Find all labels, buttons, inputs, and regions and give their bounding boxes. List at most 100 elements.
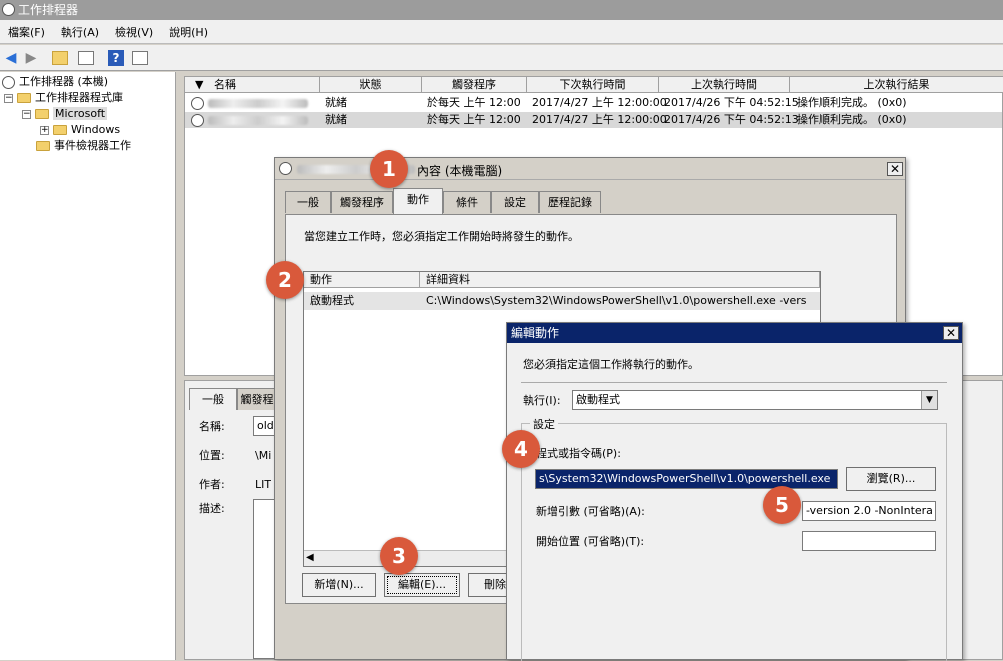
step-marker-5: 5 (763, 486, 801, 524)
task-last-result: 操作順利完成。 (0x0) (797, 96, 907, 109)
window-title-bar: 工作排程器 (0, 0, 1003, 20)
new-action-button[interactable]: 新增(N)... (302, 573, 376, 597)
dialog-title: 內容 (本機電腦) (417, 164, 503, 178)
field-label-description: 描述: (199, 502, 225, 515)
column-header-action[interactable]: 動作 (304, 272, 420, 288)
task-next-run: 2017/4/27 上午 12:00:00 (532, 113, 667, 126)
edit-action-button[interactable]: 編輯(E)... (384, 573, 460, 597)
sort-icon: ▼ (195, 78, 204, 91)
settings-group: 設定 程式或指令碼(P): s\System32\WindowsPowerShe… (521, 416, 947, 661)
settings-group-label: 設定 (530, 416, 558, 432)
action-type: 啟動程式 (310, 294, 354, 307)
tab-actions[interactable]: 動作 (393, 188, 443, 214)
tree-item-event-viewer[interactable]: 事件檢視器工作 (36, 138, 131, 154)
step-marker-4: 4 (502, 430, 540, 468)
forward-arrow-icon[interactable]: ▶ (22, 49, 40, 67)
tab-history[interactable]: 歷程記錄 (539, 191, 601, 213)
tree-item-library[interactable]: − 工作排程器程式庫 (4, 90, 123, 106)
scroll-left-icon[interactable]: ◀ (306, 552, 314, 563)
column-header-last-run[interactable]: 上次執行時間 (659, 77, 790, 93)
tab-triggers[interactable]: 觸發程序 (331, 191, 393, 213)
column-header-next-run[interactable]: 下次執行時間 (527, 77, 659, 93)
help-icon[interactable]: ? (108, 50, 124, 66)
column-header-trigger[interactable]: 觸發程序 (422, 77, 527, 93)
arguments-input[interactable]: -version 2.0 -NonIntera (802, 501, 936, 521)
tab-strip: 一般 觸發程序 動作 條件 設定 歷程記錄 (285, 188, 895, 215)
redacted-name (208, 115, 308, 125)
folder-up-icon[interactable] (52, 51, 68, 65)
menu-action[interactable]: 執行(A) (53, 24, 107, 40)
navigation-tree: 工作排程器 (本機) − 工作排程器程式庫 − Microsoft + Windows… (0, 72, 176, 660)
tree-item-windows[interactable]: + Windows (40, 122, 120, 138)
task-name (191, 95, 319, 111)
table-row[interactable]: 就緒 於每天 上午 12:00 2017/4/27 上午 12:00:00 20… (185, 112, 1002, 128)
tab-conditions[interactable]: 條件 (443, 191, 491, 213)
edit-description: 您必須指定這個工作將執行的動作。 (523, 358, 699, 371)
start-in-input[interactable] (802, 531, 936, 551)
back-arrow-icon[interactable]: ◀ (2, 49, 20, 67)
menu-view[interactable]: 檢視(V) (107, 24, 161, 40)
clock-icon (2, 3, 15, 16)
column-header-status[interactable]: 狀態 (320, 77, 422, 93)
task-name (191, 112, 319, 128)
chevron-down-icon[interactable]: ▼ (921, 391, 937, 409)
separator (521, 382, 947, 383)
expand-icon[interactable]: + (40, 125, 49, 135)
task-trigger: 於每天 上午 12:00 (427, 113, 521, 126)
tree-item-root[interactable]: 工作排程器 (本機) (2, 74, 108, 90)
tree-item-microsoft[interactable]: − Microsoft (22, 106, 108, 122)
table-row[interactable]: 啟動程式 C:\Windows\System32\WindowsPowerShe… (304, 292, 820, 310)
action-details: C:\Windows\System32\WindowsPowerShell\v1… (426, 294, 807, 307)
clock-icon (2, 75, 15, 89)
dialog-title: 編輯動作 (511, 326, 560, 340)
arguments-label: 新增引數 (可省略)(A): (536, 505, 645, 518)
folder-icon (35, 109, 49, 119)
action-label: 執行(I): (523, 394, 561, 407)
task-last-result: 操作順利完成。 (0x0) (797, 113, 907, 126)
collapse-icon[interactable]: − (4, 93, 13, 103)
actions-description: 當您建立工作時，您必須指定工作開始時將發生的動作。 (304, 230, 579, 243)
task-next-run: 2017/4/27 上午 12:00:00 (532, 96, 667, 109)
close-icon[interactable]: ✕ (943, 326, 959, 340)
tab-general[interactable]: 一般 (189, 388, 237, 410)
action-select[interactable]: 啟動程式 ▼ (572, 390, 938, 410)
task-trigger: 於每天 上午 12:00 (427, 96, 521, 109)
field-label-author: 作者: (199, 478, 225, 491)
tab-triggers[interactable]: 觸發程 (237, 388, 277, 410)
clock-icon (191, 113, 204, 127)
clock-icon (279, 162, 292, 175)
edit-action-dialog: 編輯動作 ✕ 您必須指定這個工作將執行的動作。 執行(I): 啟動程式 ▼ 設定… (506, 322, 963, 661)
close-icon[interactable]: ✕ (887, 162, 903, 176)
step-marker-2: 2 (266, 261, 304, 299)
clock-icon (191, 96, 204, 110)
browse-button[interactable]: 瀏覽(R)... (846, 467, 936, 491)
column-header-last-result[interactable]: 上次執行結果 (790, 77, 1003, 93)
folder-icon (36, 141, 50, 151)
console-tree-icon[interactable] (78, 51, 94, 65)
collapse-icon[interactable]: − (22, 109, 31, 119)
folder-icon (17, 93, 31, 103)
author-value: LIT (255, 478, 272, 491)
column-header-details[interactable]: 詳細資料 (420, 272, 820, 288)
step-marker-1: 1 (370, 150, 408, 188)
tab-general[interactable]: 一般 (285, 191, 331, 213)
action-pane-icon[interactable] (132, 51, 148, 65)
task-status: 就緒 (325, 113, 347, 126)
menu-bar: 檔案(F) 執行(A) 檢視(V) 說明(H) (0, 20, 1003, 44)
program-input[interactable]: s\System32\WindowsPowerShell\v1.0\powers… (535, 469, 838, 489)
program-label: 程式或指令碼(P): (536, 447, 621, 460)
task-last-run: 2017/4/26 下午 04:52:15 (664, 96, 799, 109)
window-title: 工作排程器 (18, 3, 79, 17)
field-label-location: 位置: (199, 449, 225, 462)
task-last-run: 2017/4/26 下午 04:52:13 (664, 113, 799, 126)
table-row[interactable]: 就緒 於每天 上午 12:00 2017/4/27 上午 12:00:00 20… (185, 95, 1002, 111)
menu-help[interactable]: 說明(H) (161, 24, 216, 40)
location-value: \Mi (255, 449, 272, 462)
tab-settings[interactable]: 設定 (491, 191, 539, 213)
task-status: 就緒 (325, 96, 347, 109)
folder-icon (53, 125, 67, 135)
menu-file[interactable]: 檔案(F) (0, 24, 53, 40)
step-marker-3: 3 (380, 537, 418, 575)
column-header-name[interactable]: ▼ 名稱 (185, 77, 320, 93)
start-in-label: 開始位置 (可省略)(T): (536, 535, 645, 548)
